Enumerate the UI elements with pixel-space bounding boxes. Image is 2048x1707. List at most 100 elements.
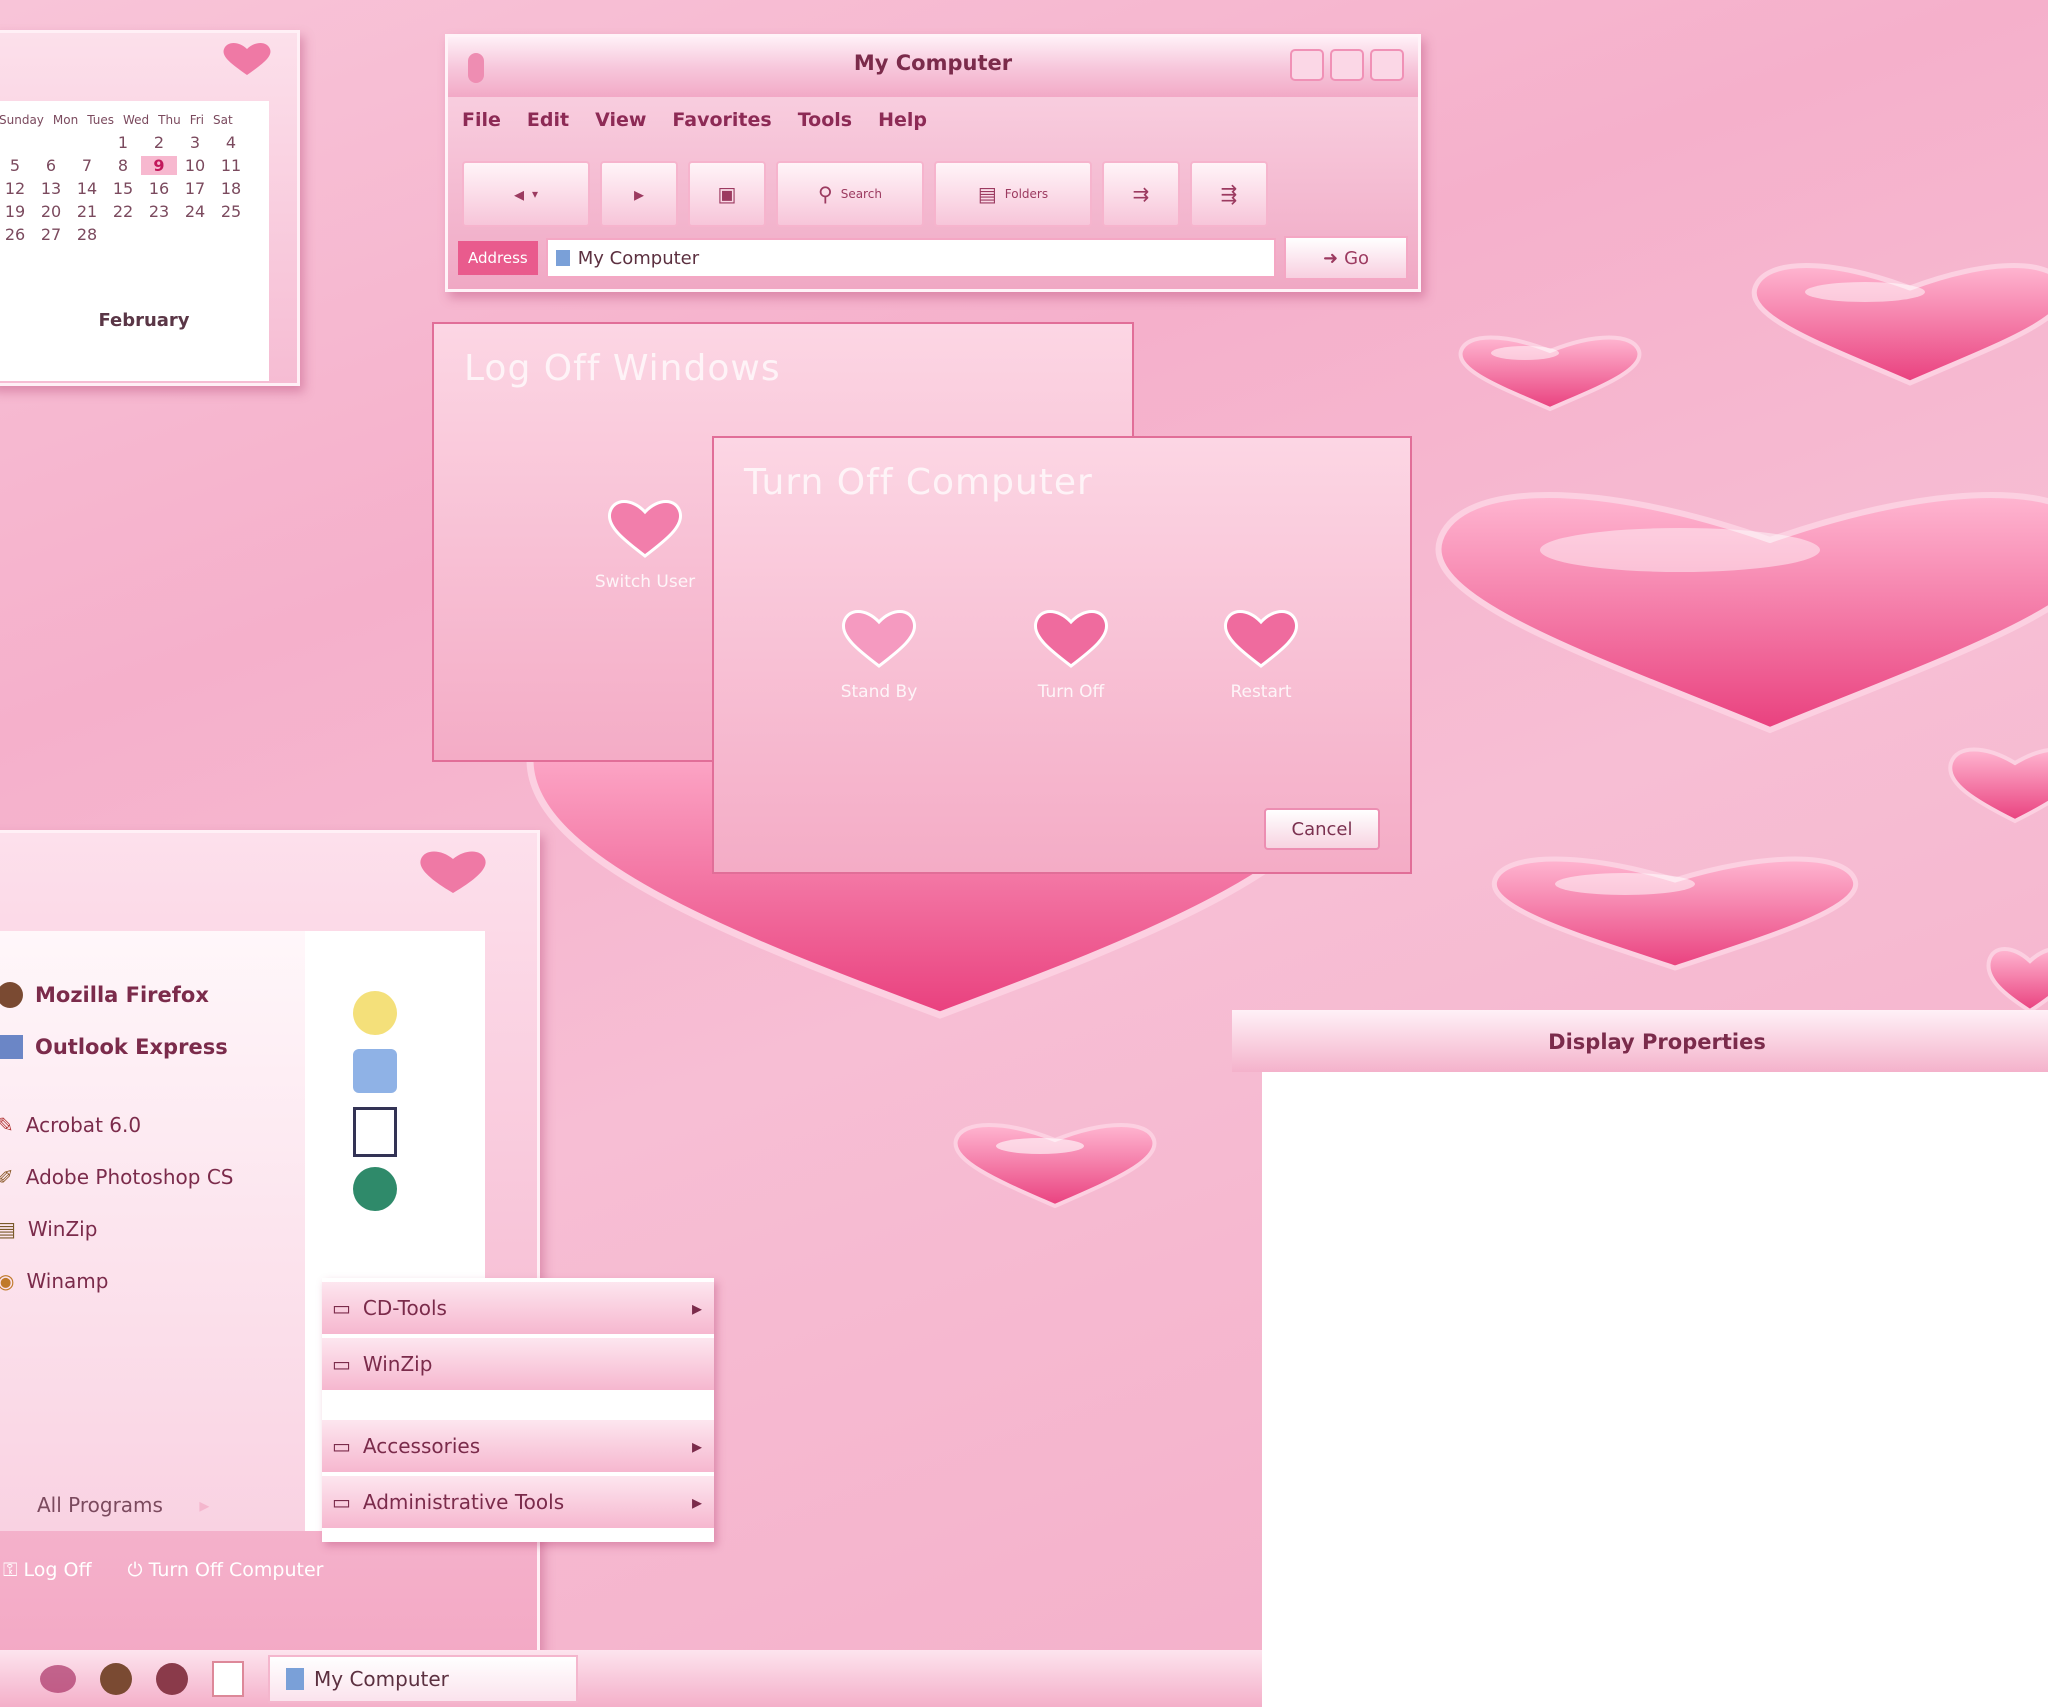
turn-off-dialog: Turn Off Computer Stand By Turn Off Rest… — [712, 436, 1412, 874]
folders-button[interactable]: ▤ Folders — [934, 161, 1092, 227]
calendar-day[interactable]: 24 — [177, 202, 213, 221]
quick-launch-icon[interactable] — [100, 1662, 132, 1695]
calendar-day[interactable]: 8 — [105, 156, 141, 175]
heart-icon — [608, 500, 682, 558]
calendar-day[interactable] — [105, 225, 141, 244]
cancel-button[interactable]: Cancel — [1264, 808, 1380, 850]
start-item-firefox[interactable]: Mozilla Firefox — [0, 969, 305, 1021]
quick-launch-icon[interactable] — [40, 1664, 76, 1693]
internet-icon[interactable] — [353, 1167, 397, 1211]
taskbar-button-my-computer[interactable]: My Computer — [268, 1654, 578, 1703]
all-programs-button[interactable]: All Programs ▸ — [37, 1493, 209, 1517]
stand-by-button[interactable]: Stand By — [814, 608, 944, 702]
calendar-day[interactable]: 11 — [213, 156, 249, 175]
turn-off-button[interactable]: Turn Off — [1006, 608, 1136, 702]
calendar-day[interactable] — [69, 133, 105, 152]
heart-icon — [1751, 263, 2048, 386]
calendar-day[interactable] — [33, 133, 69, 152]
close-button[interactable] — [1370, 49, 1404, 81]
log-off-button[interactable]: ⚿ Log Off — [3, 1559, 92, 1581]
start-item-outlook[interactable]: Outlook Express — [0, 1021, 305, 1073]
calendar-day[interactable] — [0, 133, 33, 152]
menu-file[interactable]: File — [462, 109, 501, 131]
folder-icon: ▭ — [332, 1490, 351, 1514]
calendar-day[interactable]: 7 — [69, 156, 105, 175]
firefox-icon — [0, 982, 23, 1008]
start-item-winamp[interactable]: ◉ Winamp — [0, 1255, 305, 1307]
search-button[interactable]: ⚲ Search — [776, 161, 924, 227]
calendar-day[interactable]: 23 — [141, 202, 177, 221]
taskbar: My Computer — [0, 1650, 1302, 1707]
calendar-day[interactable]: 6 — [33, 156, 69, 175]
calendar-day[interactable]: 21 — [69, 202, 105, 221]
submenu-item[interactable]: ▭ WinZip — [322, 1338, 714, 1390]
menu-help[interactable]: Help — [878, 109, 927, 131]
minimize-button[interactable] — [1290, 49, 1324, 81]
calendar-day[interactable] — [213, 225, 249, 244]
menu-view[interactable]: View — [595, 109, 646, 131]
calendar-day[interactable]: 1 — [105, 133, 141, 152]
quick-launch-icon[interactable] — [156, 1662, 188, 1695]
submenu-item[interactable]: ▭ Accessories ▸ — [322, 1420, 714, 1472]
calendar-day[interactable]: 5 — [0, 156, 33, 175]
winamp-icon: ◉ — [0, 1269, 15, 1293]
up-button[interactable]: ▣ — [688, 161, 766, 227]
log-off-label: Log Off — [23, 1559, 92, 1581]
calendar-day[interactable]: 22 — [105, 202, 141, 221]
back-button[interactable]: ◂ ▾ — [462, 161, 590, 227]
search-icon: ⚲ — [818, 182, 833, 206]
heart-logo-icon — [223, 43, 271, 75]
submenu-item-label: Accessories — [362, 1434, 481, 1458]
taskbar-button-label: My Computer — [314, 1666, 449, 1691]
move-to-button[interactable]: ⇶ — [1190, 161, 1268, 227]
calendar-day[interactable]: 18 — [213, 179, 249, 198]
my-documents-icon[interactable] — [353, 991, 397, 1035]
calendar-day[interactable]: 13 — [33, 179, 69, 198]
restart-button[interactable]: Restart — [1196, 608, 1326, 702]
calendar-day[interactable]: 26 — [0, 225, 33, 244]
calendar-day[interactable]: 2 — [141, 133, 177, 152]
heart-icon — [842, 610, 916, 668]
calendar-day[interactable]: 15 — [105, 179, 141, 198]
arrow-right-icon: ▸ — [199, 1493, 210, 1517]
go-button[interactable]: ➜ Go — [1284, 236, 1408, 280]
forward-button[interactable]: ▸ — [600, 161, 678, 227]
submenu-item[interactable]: ▭ CD-Tools ▸ — [322, 1282, 714, 1334]
my-computer-icon[interactable] — [353, 1049, 397, 1093]
start-item-acrobat[interactable]: ✎ Acrobat 6.0 — [0, 1099, 305, 1151]
calendar-day[interactable]: 28 — [69, 225, 105, 244]
switch-user-button[interactable]: Switch User — [580, 498, 710, 592]
calendar-day[interactable]: 20 — [33, 202, 69, 221]
calendar-day[interactable]: 16 — [141, 179, 177, 198]
calendar-day[interactable]: 12 — [0, 179, 33, 198]
menu-favorites[interactable]: Favorites — [672, 109, 771, 131]
calendar-day[interactable]: 14 — [69, 179, 105, 198]
calendar-day[interactable]: 9 — [141, 156, 177, 175]
submenu-item[interactable]: ▭ Administrative Tools ▸ — [322, 1476, 714, 1528]
calendar-day[interactable] — [177, 225, 213, 244]
address-input[interactable]: My Computer — [545, 238, 1276, 278]
calendar-day[interactable]: 4 — [213, 133, 249, 152]
start-item-winzip[interactable]: ▤ WinZip — [0, 1203, 305, 1255]
calendar-day[interactable]: 10 — [177, 156, 213, 175]
menu-tools[interactable]: Tools — [798, 109, 852, 131]
turn-off-computer-label: Turn Off Computer — [148, 1559, 324, 1581]
desktop: Sunday Mon Tues Wed Thu Fri Sat 12345678… — [0, 0, 2048, 1707]
calendar-day[interactable]: 27 — [33, 225, 69, 244]
copy-to-button[interactable]: ⇉ — [1102, 161, 1180, 227]
menu-edit[interactable]: Edit — [527, 109, 569, 131]
start-item-label: Adobe Photoshop CS — [25, 1165, 234, 1189]
start-item-photoshop[interactable]: ✐ Adobe Photoshop CS — [0, 1151, 305, 1203]
quick-launch-icon[interactable] — [212, 1660, 244, 1697]
calendar-day[interactable]: 3 — [177, 133, 213, 152]
calendar-day[interactable]: 25 — [213, 202, 249, 221]
calendar-day[interactable] — [141, 225, 177, 244]
turn-off-computer-button[interactable]: ⏻ Turn Off Computer — [128, 1559, 324, 1581]
folder-icon: ▭ — [332, 1434, 351, 1458]
my-pictures-icon[interactable] — [353, 1107, 397, 1157]
weekday-label: Tues — [87, 113, 114, 127]
calendar-day[interactable]: 17 — [177, 179, 213, 198]
computer-icon — [286, 1667, 304, 1690]
maximize-button[interactable] — [1330, 49, 1364, 81]
calendar-day[interactable]: 19 — [0, 202, 33, 221]
